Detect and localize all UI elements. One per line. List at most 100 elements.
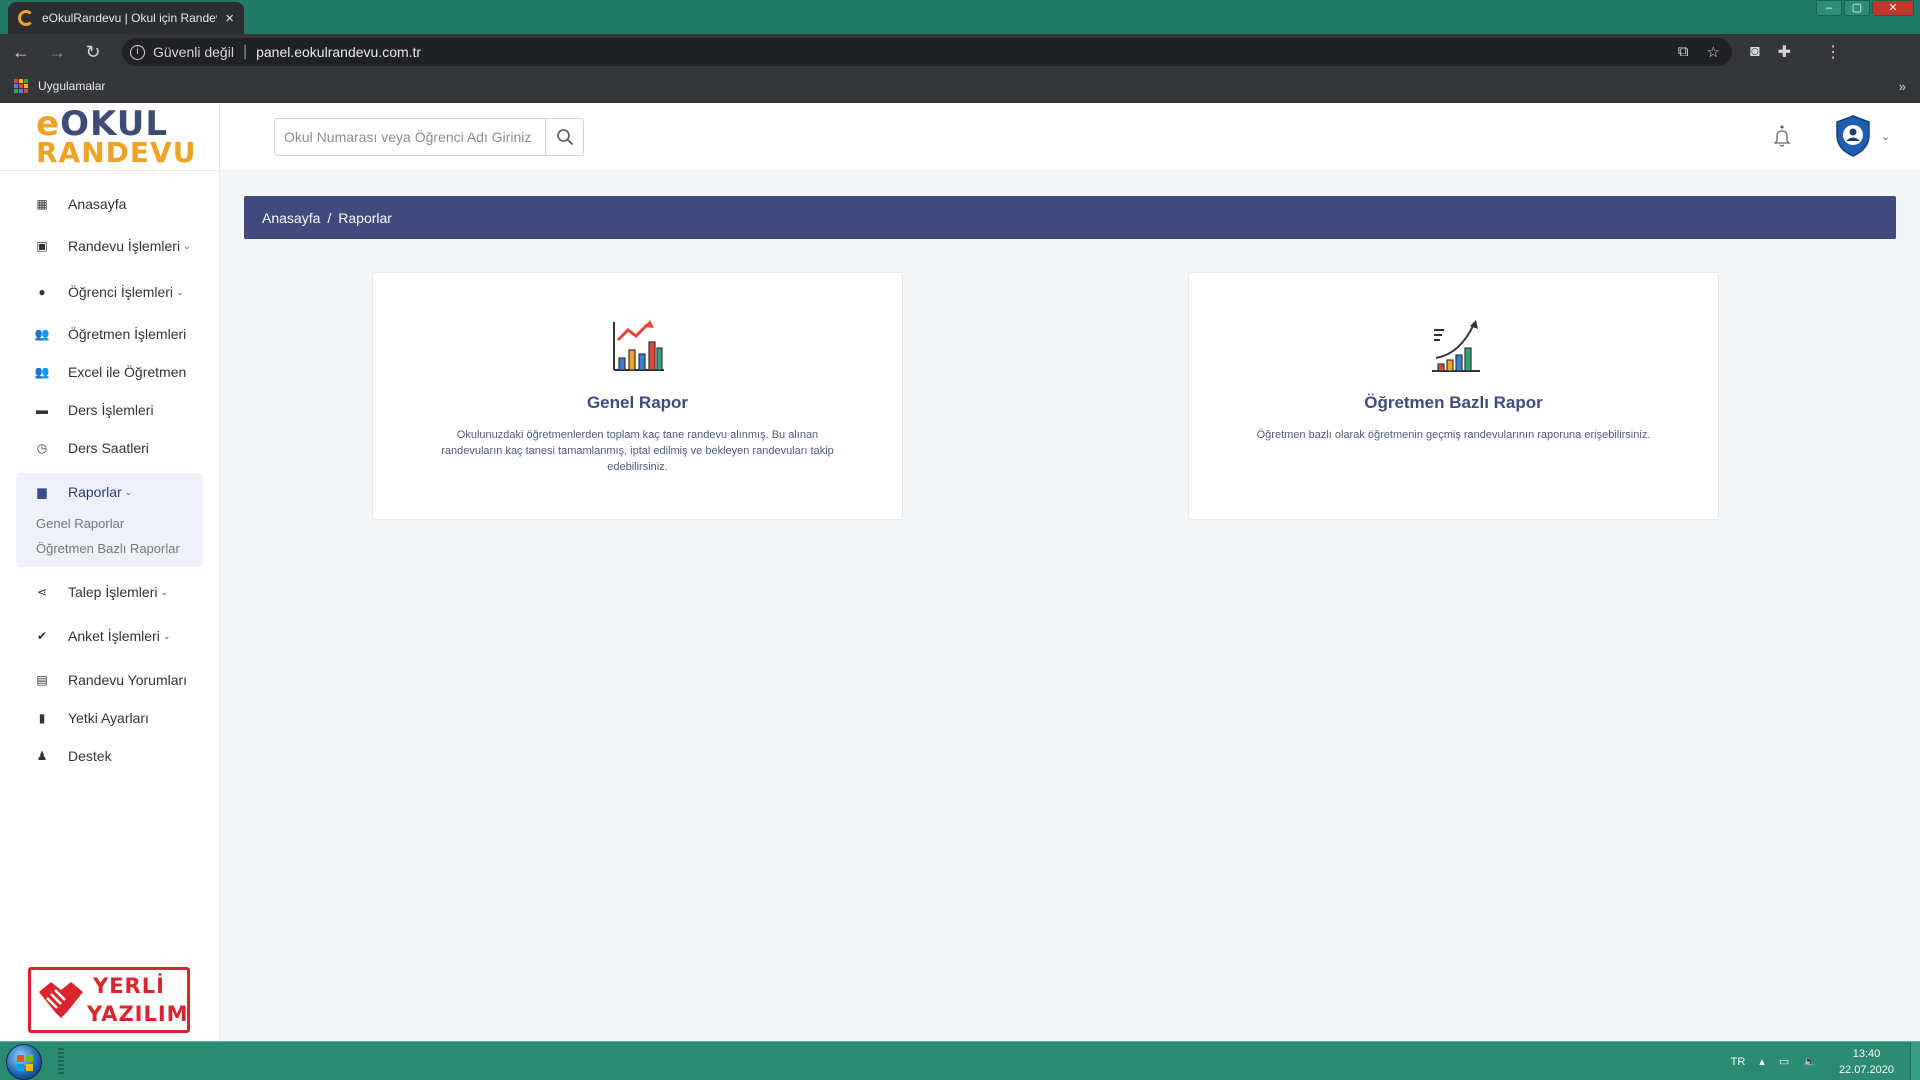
translate-icon[interactable]: ⧉ bbox=[1678, 43, 1689, 61]
sidebar-item-excel-ile-öğretmen[interactable]: 👥 Excel ile Öğretmen bbox=[0, 353, 219, 391]
sidebar-item-label: Ders Saatleri bbox=[68, 440, 149, 456]
reload-icon[interactable]: ↻ bbox=[78, 42, 108, 63]
card-description: Okulunuzdaki öğretmenlerden toplam kaç t… bbox=[441, 429, 834, 473]
omnibox-actions: ⧉ ☆ bbox=[1678, 43, 1732, 61]
report-card-general[interactable]: Genel Rapor Okulunuzdaki öğretmenlerden … bbox=[372, 272, 903, 520]
tab-title: eOkulRandevu | Okul için Randevu bbox=[41, 11, 218, 25]
growth-chart-icon bbox=[612, 320, 664, 371]
card-title[interactable]: Genel Rapor bbox=[373, 393, 902, 413]
sidebar-item-label: Öğrenci İşlemleri bbox=[68, 284, 174, 300]
search-icon bbox=[556, 129, 573, 146]
chevron-down-icon: ⌄ bbox=[160, 586, 169, 597]
search-button[interactable] bbox=[545, 119, 583, 155]
chevron-down-icon: ⌄ bbox=[124, 486, 133, 497]
notification-bell-icon[interactable] bbox=[1772, 125, 1792, 149]
folder-icon: ▬ bbox=[36, 403, 48, 417]
tab-close-icon[interactable]: × bbox=[225, 10, 234, 27]
camera-extension-icon[interactable]: ◙ bbox=[1750, 43, 1760, 61]
windows-logo-icon bbox=[17, 1055, 33, 1071]
sidebar: eOKUL RANDEVU ▦ Anasayfa ▣ Randevu İşlemler… bbox=[0, 103, 220, 1041]
sidebar-menu: ▦ Anasayfa ▣ Randevu İşlemleri ⌄ ● Öğrenci İşl… bbox=[0, 171, 219, 775]
sidebar-item-label: Talep İşlemleri bbox=[68, 584, 158, 600]
sidebar-item-anket-i-şlemleri[interactable]: ✔ Anket İşlemleri ⌄ bbox=[0, 617, 219, 655]
windows-taskbar: TR ▴ ▭ 🔈 13:40 22.07.2020 bbox=[0, 1041, 1920, 1080]
check-circle-icon: ✔ bbox=[36, 629, 48, 643]
user-icon: ● bbox=[38, 285, 46, 299]
chevron-down-icon: ⌄ bbox=[176, 286, 184, 297]
chevron-down-icon: ⌄ bbox=[183, 240, 191, 251]
sidebar-item-öğretmen-i-şlemleri[interactable]: 👥 Öğretmen İşlemleri bbox=[0, 315, 219, 353]
language-indicator[interactable]: TR bbox=[1731, 1056, 1746, 1068]
sidebar-item-öğrenci-i-şlemleri[interactable]: ● Öğrenci İşlemleri ⌄ bbox=[0, 273, 219, 311]
breadcrumb-separator: / bbox=[327, 209, 332, 226]
sidebar-item-ders-saatleri[interactable]: ◷ Ders Saatleri bbox=[0, 429, 219, 467]
browser-menu-icon[interactable]: ⋮ bbox=[1825, 42, 1841, 62]
forward-icon[interactable]: → bbox=[42, 42, 72, 63]
badge-line1: YERLİ bbox=[93, 974, 165, 998]
share-icon: ⋖ bbox=[36, 585, 48, 599]
breadcrumb-home[interactable]: Anasayfa bbox=[262, 210, 320, 226]
sidebar-item-destek[interactable]: ♟ Destek bbox=[0, 737, 219, 775]
window-controls: – ▢ ✕ bbox=[1816, 0, 1914, 16]
sidebar-item-randevu-i-şlemleri[interactable]: ▣ Randevu İşlemleri ⌄ bbox=[0, 227, 219, 265]
url-text[interactable]: panel.eokulrandevu.com.tr bbox=[256, 44, 421, 60]
clock[interactable]: 13:40 22.07.2020 bbox=[1839, 1046, 1894, 1078]
search-box bbox=[274, 118, 584, 156]
users-icon: 👥 bbox=[34, 327, 50, 341]
users-icon: 👥 bbox=[34, 365, 50, 379]
info-icon[interactable]: i bbox=[130, 44, 145, 60]
search-input[interactable] bbox=[275, 119, 545, 155]
teacher-chart-icon bbox=[1431, 320, 1480, 372]
omnibox-separator: | bbox=[242, 43, 248, 60]
sidebar-item-label: Anket İşlemleri bbox=[68, 628, 160, 644]
tray-expand-icon[interactable]: ▴ bbox=[1759, 1055, 1765, 1068]
dashboard-icon: ▦ bbox=[36, 197, 48, 211]
yerli-yazilim-badge: YERLİ YAZILIM bbox=[28, 967, 190, 1033]
sidebar-item-label: Raporlar bbox=[68, 484, 122, 500]
report-card-teacher[interactable]: Öğretmen Bazlı Rapor Öğretmen bazlı olar… bbox=[1188, 272, 1719, 520]
user-menu[interactable]: ⌄ bbox=[1835, 115, 1890, 157]
taskbar-grip[interactable] bbox=[58, 1048, 64, 1076]
start-button[interactable] bbox=[6, 1044, 42, 1080]
card-description: Öğretmen bazlı olarak öğretmenin geçmiş … bbox=[1256, 429, 1651, 441]
network-icon[interactable]: ▭ bbox=[1779, 1055, 1789, 1068]
comment-icon: ▤ bbox=[36, 673, 48, 687]
avatar[interactable] bbox=[1835, 115, 1871, 157]
chevron-down-icon[interactable]: ⌄ bbox=[1881, 130, 1890, 143]
lock-icon: ▮ bbox=[38, 711, 46, 725]
sidebar-item-raporlar[interactable]: ▆ Raporlar ⌄ bbox=[16, 473, 203, 511]
bookmarks-apps-label[interactable]: Uygulamalar bbox=[38, 79, 105, 93]
logo-line2: RANDEVU bbox=[36, 136, 197, 169]
sidebar-item-talep-i-şlemleri[interactable]: ⋖ Talep İşlemleri ⌄ bbox=[0, 573, 219, 611]
back-icon[interactable]: ← bbox=[6, 42, 36, 63]
sidebar-item-label: Anasayfa bbox=[68, 196, 127, 212]
bookmark-star-icon[interactable]: ☆ bbox=[1707, 43, 1720, 61]
bookmarks-more-button[interactable]: » bbox=[1899, 79, 1906, 94]
browser-tab[interactable]: eOkulRandevu | Okul için Randevu × bbox=[8, 2, 244, 34]
badge-line2: YAZILIM bbox=[87, 1002, 189, 1026]
sidebar-subitem[interactable]: Öğretmen Bazlı Raporlar bbox=[16, 536, 203, 561]
app-logo[interactable]: eOKUL RANDEVU bbox=[0, 103, 219, 171]
omnibox[interactable]: i Güvenli değil | panel.eokulrandevu.com… bbox=[122, 38, 1732, 66]
sidebar-item-yetki-ayarları[interactable]: ▮ Yetki Ayarları bbox=[0, 699, 219, 737]
extensions-puzzle-icon[interactable]: ✚ bbox=[1778, 42, 1791, 62]
clock-time: 13:40 bbox=[1852, 1047, 1881, 1060]
window-close-button[interactable]: ✕ bbox=[1872, 0, 1914, 16]
maximize-button[interactable]: ▢ bbox=[1844, 0, 1870, 16]
site-favicon-icon bbox=[18, 10, 34, 26]
main-content: Anasayfa / Raporlar Genel Rapor Okulunuz… bbox=[220, 171, 1920, 1041]
volume-icon[interactable]: 🔈 bbox=[1803, 1055, 1817, 1068]
sidebar-item-anasayfa[interactable]: ▦ Anasayfa bbox=[0, 185, 219, 223]
card-title[interactable]: Öğretmen Bazlı Rapor bbox=[1189, 393, 1718, 413]
minimize-button[interactable]: – bbox=[1816, 0, 1842, 16]
apps-grid-icon[interactable] bbox=[14, 79, 28, 93]
browser-tabbar: eOkulRandevu | Okul için Randevu × – ▢ ✕ bbox=[0, 0, 1920, 34]
show-desktop-button[interactable] bbox=[1910, 1042, 1920, 1080]
sidebar-item-randevu-yorumları[interactable]: ▤ Randevu Yorumları bbox=[0, 661, 219, 699]
chevron-down-icon: ⌄ bbox=[162, 630, 171, 641]
sidebar-group-raporlar: ▆ Raporlar ⌄ Genel Raporlar Öğretmen Bazlı R… bbox=[16, 473, 203, 567]
breadcrumb: Anasayfa / Raporlar bbox=[244, 196, 1896, 239]
sidebar-item-ders-i-şlemleri[interactable]: ▬ Ders İşlemleri bbox=[0, 391, 219, 429]
sidebar-subitem[interactable]: Genel Raporlar bbox=[16, 511, 203, 536]
bar-chart-icon: ▆ bbox=[37, 485, 47, 499]
